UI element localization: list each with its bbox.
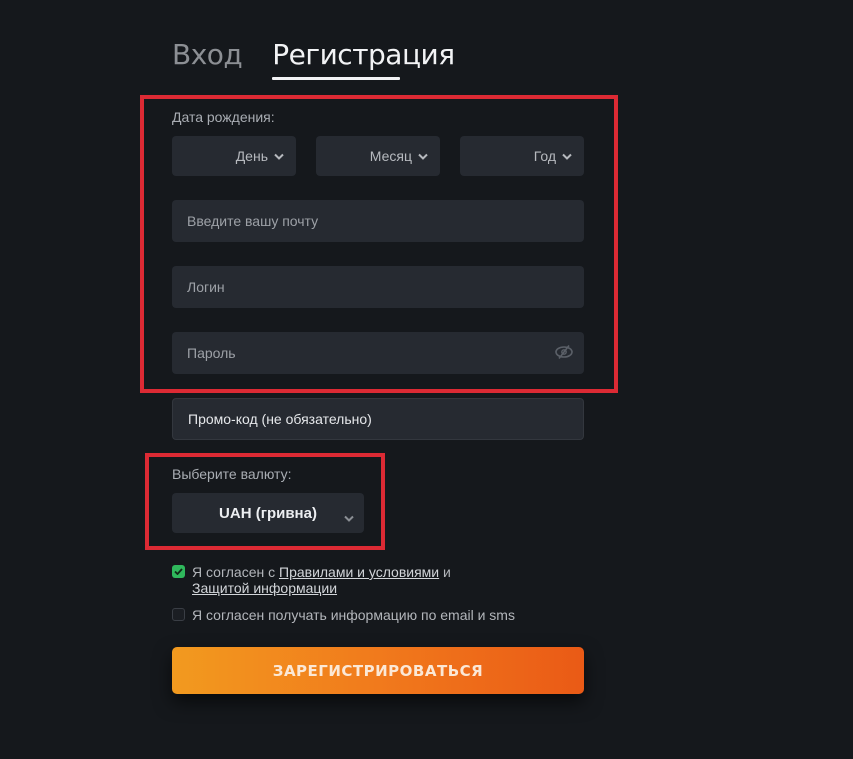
day-select[interactable]: День <box>172 136 296 176</box>
birth-date-label: Дата рождения: <box>172 109 275 125</box>
chevron-down-icon <box>562 153 572 160</box>
terms-text: Я согласен с <box>192 564 279 580</box>
terms-link[interactable]: Правилами и условиями <box>279 564 439 580</box>
terms-agreement: Я согласен с Правилами и условиями и Защ… <box>172 564 451 596</box>
year-select[interactable]: Год <box>460 136 584 176</box>
login-field <box>172 266 584 308</box>
chevron-down-icon <box>418 153 428 160</box>
newsletter-checkbox[interactable] <box>172 608 185 621</box>
chevron-down-icon <box>274 153 284 160</box>
auth-tabs: Вход Регистрация <box>172 38 455 80</box>
tab-login[interactable]: Вход <box>172 38 243 77</box>
currency-label: Выберите валюту: <box>172 466 292 482</box>
email-input[interactable] <box>172 200 584 242</box>
currency-select[interactable]: UAH (гривна) <box>172 493 364 533</box>
eye-slash-icon[interactable] <box>554 344 574 363</box>
day-select-value: День <box>235 148 268 164</box>
password-input[interactable] <box>172 332 584 374</box>
chevron-down-icon <box>344 509 354 526</box>
checkmark-icon <box>174 568 183 575</box>
promo-code-input[interactable] <box>173 399 583 439</box>
email-field <box>172 200 584 242</box>
month-select[interactable]: Месяц <box>316 136 440 176</box>
register-button[interactable]: ЗАРЕГИСТРИРОВАТЬСЯ <box>172 647 584 694</box>
privacy-link[interactable]: Защитой информации <box>192 580 337 596</box>
login-input[interactable] <box>172 266 584 308</box>
newsletter-text: Я согласен получать информацию по email … <box>192 607 515 623</box>
terms-text-and: и <box>439 564 451 580</box>
tab-register[interactable]: Регистрация <box>272 38 455 80</box>
currency-value: UAH (гривна) <box>219 504 317 522</box>
month-select-value: Месяц <box>369 148 412 164</box>
year-select-value: Год <box>533 148 556 164</box>
promo-field <box>172 398 584 440</box>
newsletter-agreement: Я согласен получать информацию по email … <box>172 607 515 623</box>
password-field <box>172 332 584 374</box>
terms-checkbox[interactable] <box>172 565 185 578</box>
